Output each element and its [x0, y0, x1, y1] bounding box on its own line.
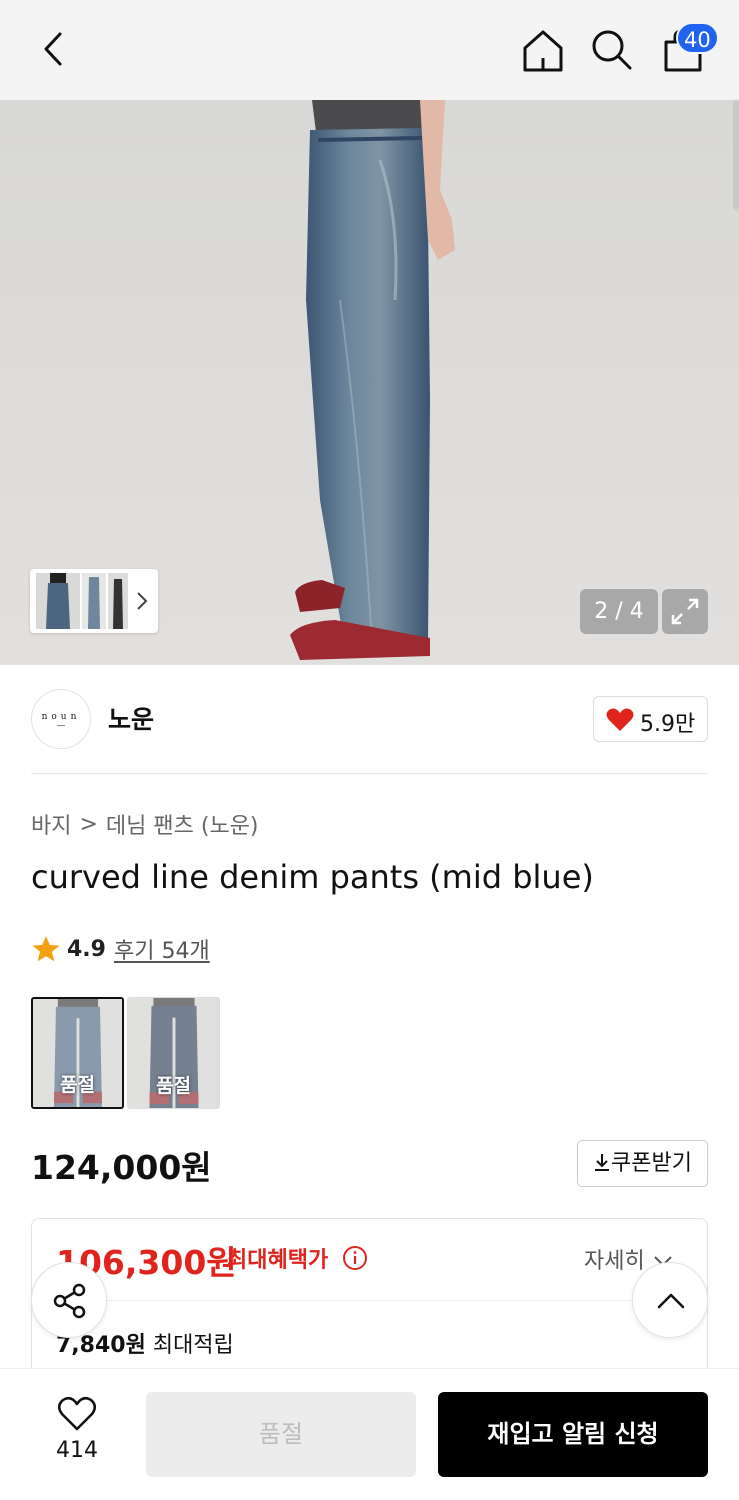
thumbnail-image[interactable] — [108, 573, 128, 629]
divider — [31, 773, 708, 774]
scroll-indicator — [733, 100, 739, 210]
share-icon — [53, 1283, 86, 1319]
wishlist-count: 414 — [56, 1438, 98, 1463]
chevron-right-icon[interactable] — [132, 587, 152, 615]
download-icon — [595, 1154, 610, 1171]
points-label: 최대적립 — [152, 1333, 234, 1358]
soldout-button: 품절 — [146, 1392, 416, 1477]
info-icon[interactable] — [342, 1245, 368, 1271]
divider — [56, 1300, 684, 1301]
scroll-to-top-button[interactable] — [632, 1262, 708, 1338]
brand-name[interactable]: 노운 — [108, 700, 154, 736]
rating-score: 4.9 — [67, 936, 106, 962]
soldout-label: 품절 — [60, 1074, 95, 1096]
brand-like-button[interactable]: 5.9만 — [593, 696, 708, 742]
back-arrow-icon[interactable] — [32, 26, 78, 72]
product-price: 124,000원 — [31, 1148, 212, 1187]
thumbnail-image[interactable] — [82, 573, 106, 629]
heart-outline-icon — [58, 1396, 96, 1431]
review-count-link[interactable]: 후기 54개 — [114, 933, 210, 965]
fullscreen-button[interactable] — [662, 589, 708, 634]
brand-logo[interactable]: noun — [31, 689, 91, 749]
soldout-label: 품절 — [156, 1075, 191, 1097]
brand-like-count: 5.9만 — [640, 712, 696, 737]
gallery-thumbnail-strip[interactable] — [30, 569, 158, 633]
expand-icon — [671, 598, 699, 625]
breadcrumb-category[interactable]: 바지 — [31, 808, 71, 840]
cart-count-badge: 40 — [676, 22, 719, 54]
home-icon[interactable] — [518, 26, 568, 76]
chevron-up-icon — [657, 1293, 685, 1309]
color-option[interactable]: 품절 — [127, 997, 220, 1109]
breadcrumb: 바지 > 데님 팬츠 (노운) — [31, 808, 259, 840]
gallery-counter: 2 / 4 — [580, 589, 658, 634]
wishlist-button[interactable]: 414 — [40, 1396, 114, 1476]
star-icon — [32, 936, 60, 962]
breadcrumb-separator: > — [79, 811, 98, 837]
product-title: curved line denim pants (mid blue) — [31, 858, 594, 896]
coupon-button[interactable]: 쿠폰받기 — [577, 1140, 708, 1187]
top-nav — [0, 0, 739, 100]
restock-alert-button[interactable]: 재입고 알림 신청 — [438, 1392, 708, 1477]
rating-row: 4.9 후기 54개 — [31, 933, 210, 965]
coupon-label: 쿠폰받기 — [611, 1151, 692, 1176]
color-option[interactable]: 품절 — [31, 997, 124, 1109]
share-button[interactable] — [31, 1262, 107, 1338]
thumbnail-image[interactable] — [36, 573, 80, 629]
breadcrumb-subcategory[interactable]: 데님 팬츠 (노운) — [106, 808, 259, 840]
max-benefit-label: 최대혜택가 — [227, 1248, 329, 1273]
heart-filled-icon — [606, 708, 634, 731]
search-icon[interactable] — [588, 26, 636, 74]
